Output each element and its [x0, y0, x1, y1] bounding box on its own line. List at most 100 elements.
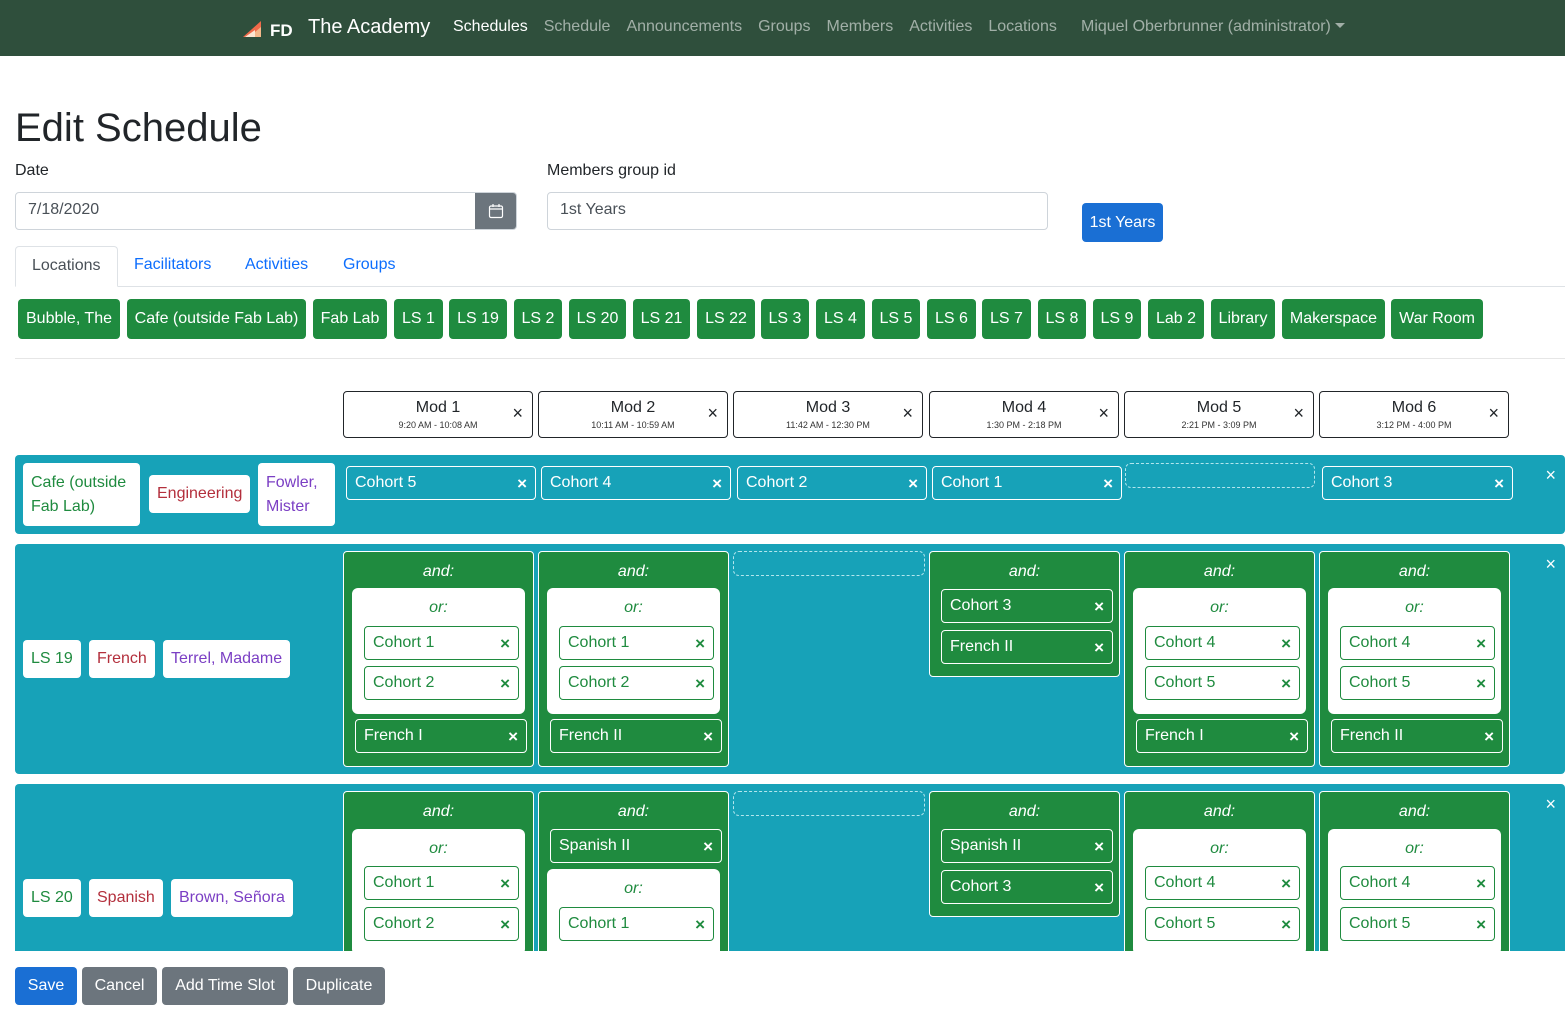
user-menu[interactable]: Miquel Oberbrunner (administrator): [1081, 18, 1345, 36]
save-button[interactable]: Save: [15, 967, 77, 1005]
activity-pill[interactable]: Spanish II ×: [941, 829, 1113, 863]
cohort-pill[interactable]: Cohort 1 ×: [559, 626, 714, 660]
cohort-pill[interactable]: Cohort 4 ×: [541, 466, 731, 500]
cohort-pill[interactable]: Cohort 1 ×: [559, 907, 714, 941]
cohort-pill[interactable]: Cohort 5 ×: [1340, 666, 1495, 700]
tab-groups[interactable]: Groups: [327, 246, 411, 287]
row-activity[interactable]: Engineering: [149, 475, 251, 513]
location-button[interactable]: LS 8: [1038, 299, 1086, 339]
close-icon[interactable]: ×: [707, 404, 718, 422]
brand-name[interactable]: The Academy: [308, 16, 430, 39]
nav-schedule[interactable]: Schedule: [544, 18, 611, 36]
cohort-pill[interactable]: Cohort 2 ×: [559, 666, 714, 700]
cohort-pill[interactable]: Cohort 2 ×: [364, 666, 519, 700]
close-icon[interactable]: ×: [908, 474, 918, 494]
cohort-pill[interactable]: Cohort 3 ×: [941, 870, 1113, 904]
row-facilitator[interactable]: Fowler, Mister: [258, 463, 335, 526]
row-facilitator[interactable]: Terrel, Madame: [163, 640, 291, 678]
nav-announcements[interactable]: Announcements: [626, 18, 742, 36]
close-icon[interactable]: ×: [508, 727, 518, 747]
location-button[interactable]: LS 2: [514, 299, 562, 339]
location-button[interactable]: Fab Lab: [313, 299, 387, 339]
row-location[interactable]: Cafe (outside Fab Lab): [23, 463, 140, 526]
location-button[interactable]: War Room: [1391, 299, 1483, 339]
close-icon[interactable]: ×: [1094, 837, 1104, 857]
cohort-pill[interactable]: Cohort 2 ×: [737, 466, 927, 500]
calendar-icon[interactable]: [475, 193, 516, 229]
row-facilitator[interactable]: Brown, Señora: [171, 879, 293, 917]
date-input[interactable]: 7/18/2020: [16, 193, 475, 229]
close-icon[interactable]: ×: [1094, 878, 1104, 898]
activity-pill[interactable]: French II ×: [941, 630, 1113, 664]
location-button[interactable]: Cafe (outside Fab Lab): [127, 299, 306, 339]
cohort-pill[interactable]: Cohort 5 ×: [1145, 666, 1300, 700]
location-button[interactable]: Makerspace: [1282, 299, 1385, 339]
location-button[interactable]: LS 22: [697, 299, 755, 339]
empty-slot[interactable]: [733, 791, 925, 816]
location-button[interactable]: LS 19: [449, 299, 507, 339]
cohort-pill[interactable]: Cohort 1 ×: [932, 466, 1122, 500]
nav-groups[interactable]: Groups: [758, 18, 810, 36]
location-button[interactable]: LS 7: [982, 299, 1031, 339]
location-button[interactable]: Lab 2: [1148, 299, 1204, 339]
close-icon[interactable]: ×: [500, 674, 510, 694]
close-icon[interactable]: ×: [1281, 874, 1291, 894]
row-activity[interactable]: French: [89, 640, 155, 678]
date-field[interactable]: 7/18/2020: [15, 192, 517, 230]
cohort-pill[interactable]: Cohort 4 ×: [1145, 626, 1300, 660]
activity-pill[interactable]: Spanish II ×: [550, 829, 722, 863]
close-icon[interactable]: ×: [1476, 874, 1486, 894]
cohort-pill[interactable]: Cohort 2 ×: [364, 907, 519, 941]
remove-row-icon[interactable]: ×: [1545, 794, 1556, 815]
close-icon[interactable]: ×: [1476, 915, 1486, 935]
close-icon[interactable]: ×: [703, 727, 713, 747]
cohort-pill[interactable]: Cohort 5 ×: [346, 466, 536, 500]
location-button[interactable]: LS 20: [569, 299, 626, 339]
location-button[interactable]: Bubble, The: [18, 299, 120, 339]
row-location[interactable]: LS 20: [23, 879, 81, 917]
tab-activities[interactable]: Activities: [229, 246, 324, 287]
brand-logo-icon[interactable]: FD: [243, 17, 293, 39]
group-input[interactable]: 1st Years: [547, 192, 1048, 230]
group-badge-button[interactable]: 1st Years: [1082, 203, 1163, 242]
location-button[interactable]: LS 21: [633, 299, 690, 339]
close-icon[interactable]: ×: [703, 837, 713, 857]
row-activity[interactable]: Spanish: [89, 879, 163, 917]
close-icon[interactable]: ×: [1098, 404, 1109, 422]
close-icon[interactable]: ×: [1488, 404, 1499, 422]
close-icon[interactable]: ×: [517, 474, 527, 494]
close-icon[interactable]: ×: [1484, 727, 1494, 747]
location-button[interactable]: LS 6: [927, 299, 976, 339]
location-button[interactable]: LS 1: [394, 299, 443, 339]
location-button[interactable]: LS 4: [816, 299, 865, 339]
location-button[interactable]: LS 9: [1093, 299, 1141, 339]
close-icon[interactable]: ×: [1281, 634, 1291, 654]
nav-schedules[interactable]: Schedules: [453, 18, 528, 36]
close-icon[interactable]: ×: [500, 915, 510, 935]
close-icon[interactable]: ×: [1281, 674, 1291, 694]
row-location[interactable]: LS 19: [23, 640, 81, 678]
activity-pill[interactable]: French II ×: [550, 719, 722, 753]
close-icon[interactable]: ×: [1094, 597, 1104, 617]
close-icon[interactable]: ×: [1476, 634, 1486, 654]
cancel-button[interactable]: Cancel: [82, 967, 157, 1005]
close-icon[interactable]: ×: [712, 474, 722, 494]
empty-slot[interactable]: [733, 551, 925, 576]
close-icon[interactable]: ×: [1293, 404, 1304, 422]
cohort-pill[interactable]: Cohort 4 ×: [1145, 866, 1300, 900]
tab-locations[interactable]: Locations: [15, 246, 118, 287]
close-icon[interactable]: ×: [902, 404, 913, 422]
close-icon[interactable]: ×: [500, 874, 510, 894]
cohort-pill[interactable]: Cohort 4 ×: [1340, 626, 1495, 660]
close-icon[interactable]: ×: [1281, 915, 1291, 935]
activity-pill[interactable]: French II ×: [1331, 719, 1503, 753]
cohort-pill[interactable]: Cohort 3 ×: [1322, 466, 1513, 500]
cohort-pill[interactable]: Cohort 5 ×: [1145, 907, 1300, 941]
close-icon[interactable]: ×: [695, 634, 705, 654]
location-button[interactable]: LS 3: [761, 299, 809, 339]
close-icon[interactable]: ×: [512, 404, 523, 422]
close-icon[interactable]: ×: [1103, 474, 1113, 494]
cohort-pill[interactable]: Cohort 1 ×: [364, 866, 519, 900]
tab-facilitators[interactable]: Facilitators: [118, 246, 227, 287]
empty-slot[interactable]: [1125, 463, 1315, 488]
